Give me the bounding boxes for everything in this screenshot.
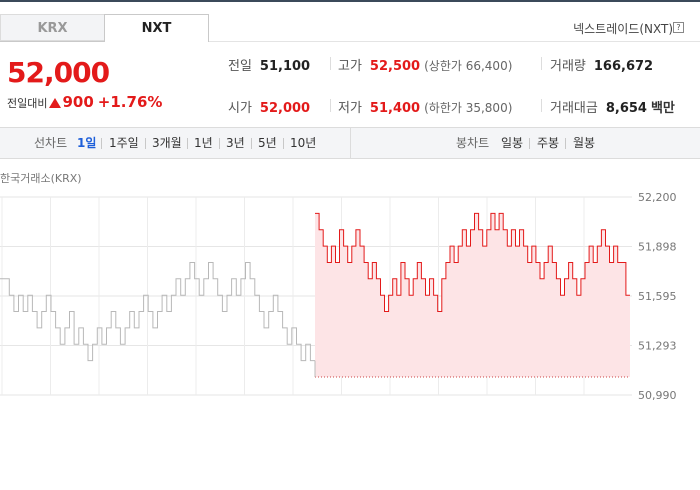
tab-krx[interactable]: KRX [0, 14, 105, 41]
stat-high: 고가 52,500 (상한가 66,400) [338, 55, 512, 74]
y-tick-label: 51,898 [638, 241, 677, 254]
tab-nxt[interactable]: NXT [104, 14, 209, 42]
line-chart-label: 선차트 [34, 136, 68, 150]
divider [541, 99, 542, 112]
stat-value: 52,500 [369, 59, 421, 74]
tab-underline [0, 41, 104, 42]
stat-value: 51,400 [369, 101, 421, 116]
candle-chart-label: 봉차트 [456, 136, 490, 150]
divider [187, 138, 188, 149]
stat-value: 51,100 [259, 59, 311, 74]
stat-limit: (상한가 66,400) [424, 59, 513, 73]
stat-label: 저가 [338, 101, 362, 116]
stat-open: 시가 52,000 [228, 97, 310, 116]
tab-underline [209, 41, 700, 42]
price-change: 전일대비 900 +1.76% [7, 93, 162, 111]
divider [541, 57, 542, 70]
stat-value: 166,672 [593, 59, 654, 74]
stat-label: 시가 [228, 101, 252, 116]
current-price: 52,000 [7, 56, 110, 89]
period-1y[interactable]: 1년 [194, 128, 213, 158]
period-1w[interactable]: 1주일 [109, 128, 139, 158]
candle-daily[interactable]: 일봉 [501, 128, 523, 158]
price-chart: 52,200 51,898 51,595 51,293 50,990 [0, 191, 677, 400]
chart-title: 한국거래소(KRX) [0, 172, 82, 185]
stat-low: 저가 51,400 (하한가 35,800) [338, 97, 512, 116]
period-3m[interactable]: 3개월 [152, 128, 182, 158]
divider [330, 99, 331, 112]
stat-value: 8,654 [605, 101, 647, 116]
market-label: 넥스트레이드(NXT) [573, 22, 673, 36]
divider [283, 138, 284, 149]
divider [350, 128, 351, 158]
divider [529, 138, 530, 149]
change-label: 전일대비 [7, 97, 48, 110]
stat-value: 52,000 [259, 101, 311, 116]
candle-monthly[interactable]: 월봉 [573, 128, 595, 158]
stat-label: 거래량 [550, 59, 586, 74]
stat-limit: (하한가 35,800) [424, 101, 513, 115]
stat-trade-value: 거래대금 8,654 백만 [550, 97, 675, 116]
stat-label: 고가 [338, 59, 362, 74]
period-5y[interactable]: 5년 [258, 128, 277, 158]
y-tick-label: 51,293 [638, 340, 677, 353]
y-tick-label: 51,595 [638, 290, 677, 303]
up-triangle-icon [49, 98, 62, 108]
stat-label: 거래대금 [550, 101, 598, 116]
y-tick-label: 52,200 [638, 191, 677, 204]
stat-prev-close: 전일 51,100 [228, 55, 310, 74]
divider [145, 138, 146, 149]
divider [251, 138, 252, 149]
change-amount: 900 [62, 93, 94, 111]
y-tick-label: 50,990 [638, 389, 677, 400]
period-3y[interactable]: 3년 [226, 128, 245, 158]
chart-toolbar: 선차트 1일 1주일 3개월 1년 3년 5년 10년 봉차트 일봉 주봉 월봉 [0, 127, 700, 159]
change-percent: +1.76% [97, 93, 163, 111]
divider [565, 138, 566, 149]
period-1d[interactable]: 1일 [77, 128, 96, 158]
top-border [0, 0, 700, 2]
candle-weekly[interactable]: 주봉 [537, 128, 559, 158]
help-icon[interactable]: ? [673, 22, 684, 33]
nxt-area-fill [315, 213, 630, 377]
period-10y[interactable]: 10년 [290, 128, 316, 158]
divider [219, 138, 220, 149]
divider [330, 57, 331, 70]
stat-unit: 백만 [650, 101, 675, 116]
stat-label: 전일 [228, 59, 252, 74]
stat-volume: 거래량 166,672 [550, 55, 653, 74]
divider [101, 138, 102, 149]
